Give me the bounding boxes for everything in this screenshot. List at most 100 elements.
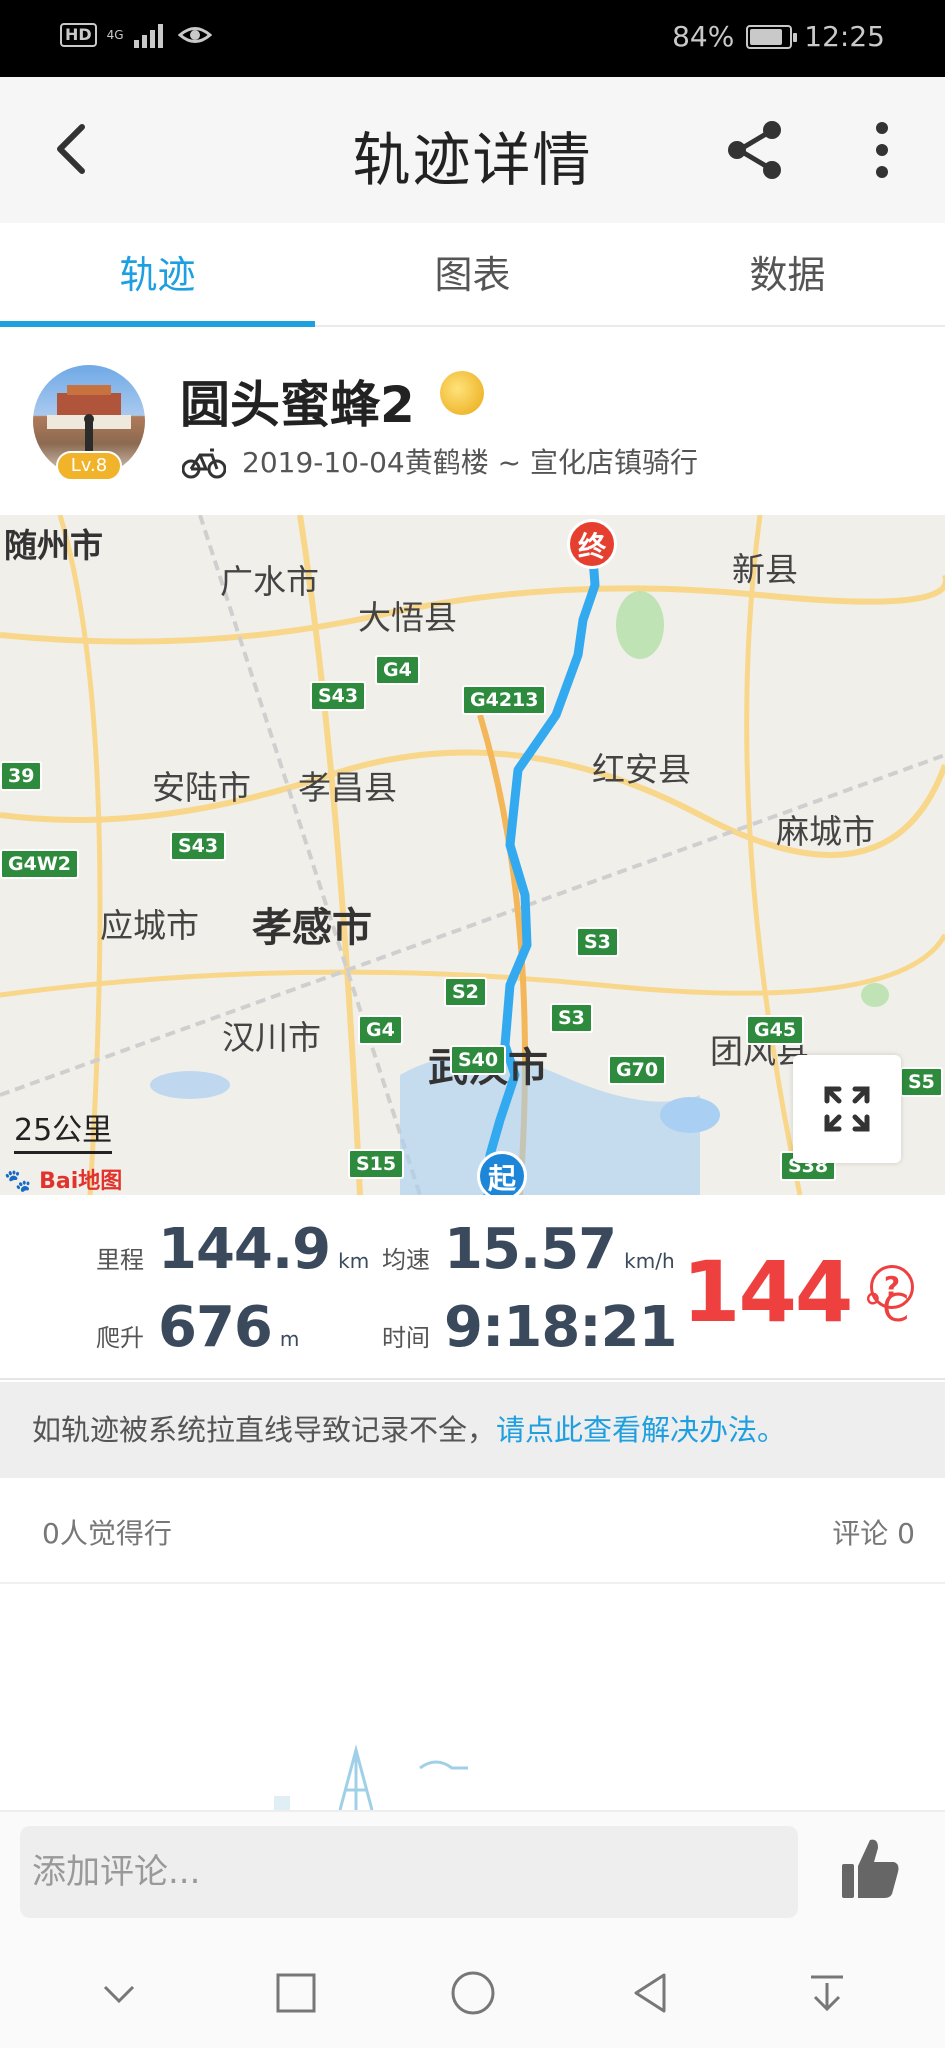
map-label: 孝昌县 <box>298 768 397 807</box>
route-info: 2019-10-04黄鹤楼 ~ 宣化店镇骑行 <box>242 446 698 479</box>
comments-count[interactable]: 评论 0 <box>832 1512 915 1552</box>
nav-back-button[interactable] <box>620 1963 680 2023</box>
user-name[interactable]: 圆头蜜蜂2 <box>180 365 415 437</box>
top-bar: 轨迹详情 <box>0 77 945 223</box>
page-title: 轨迹详情 <box>352 126 593 194</box>
road-tag: S2 <box>444 977 487 1007</box>
nav-recents-button[interactable] <box>266 1963 326 2023</box>
stats-panel: 里程 144.9 km 均速 15.57 km/h 爬升 676 m 时间 9:… <box>0 1195 945 1380</box>
map-label: 广水市 <box>220 562 319 601</box>
level-badge: Lv.8 <box>56 451 122 481</box>
user-row: Lv.8 圆头蜜蜂2 2019-10-04黄鹤楼 ~ 宣化店镇骑行 <box>0 327 945 515</box>
map-scale: 25公里 <box>14 1105 113 1154</box>
more-vertical-icon <box>876 122 888 178</box>
help-icon[interactable]: ? <box>870 1265 914 1309</box>
climb-stat: 爬升 676 m <box>96 1295 299 1360</box>
road-tag: G4W2 <box>0 849 79 879</box>
map-label: 应城市 <box>100 906 199 945</box>
notice-text: 如轨迹被系统拉直线导致记录不全， <box>32 1413 497 1447</box>
map-label: 孝感市 <box>252 905 372 951</box>
road-tag: G4 <box>375 655 420 685</box>
battery-percent: 84% <box>672 20 735 53</box>
battery-icon <box>746 24 798 49</box>
triangle-back-icon <box>634 1973 665 2013</box>
status-bar: HD 4G 84% 12:25 <box>0 0 945 77</box>
system-nav-bar <box>0 1938 945 2048</box>
distance-unit: km <box>338 1249 370 1273</box>
map-label: 大悟县 <box>358 598 457 637</box>
comments-empty-area <box>0 1584 945 1811</box>
status-left: HD 4G <box>60 22 212 48</box>
duration-label: 时间 <box>382 1324 430 1352</box>
climb-label: 爬升 <box>96 1324 144 1352</box>
likes-count[interactable]: 0人觉得行 <box>42 1512 172 1552</box>
fullscreen-button[interactable] <box>793 1055 901 1163</box>
status-right: 84% 12:25 <box>672 20 885 53</box>
road-tag: G45 <box>746 1015 805 1045</box>
nav-home-button[interactable] <box>443 1963 503 2023</box>
more-button[interactable] <box>862 117 902 183</box>
start-pin[interactable]: 起 <box>477 1151 527 1195</box>
road-tag: S43 <box>310 681 367 711</box>
social-row: 0人觉得行 评论 0 <box>0 1478 945 1584</box>
network-label: 4G <box>106 28 124 42</box>
distance-label: 里程 <box>96 1246 144 1274</box>
fullscreen-icon <box>824 1086 870 1132</box>
track-map[interactable]: 随州市 广水市 大悟县 新县 安陆市 孝昌县 红安县 麻城市 应城市 孝感市 汉… <box>0 515 945 1195</box>
baidu-paw-icon: 🐾 <box>4 1169 32 1194</box>
square-icon <box>276 1973 315 2013</box>
avg-speed-stat: 均速 15.57 km/h <box>382 1217 675 1282</box>
duration-value: 9:18:21 <box>444 1295 678 1360</box>
eye-icon <box>177 27 212 43</box>
end-pin[interactable]: 终 <box>567 519 617 569</box>
tab-data[interactable]: 数据 <box>630 223 945 325</box>
road-tag: S3 <box>576 927 619 957</box>
nav-hide-button[interactable] <box>89 1963 149 2023</box>
map-label: 安陆市 <box>152 768 251 807</box>
comment-bar <box>0 1810 945 1938</box>
road-tag: S43 <box>170 831 227 861</box>
share-icon <box>728 121 781 179</box>
battery-fill <box>750 28 782 45</box>
climb-unit: m <box>279 1327 300 1351</box>
road-tag: 39 <box>0 761 43 791</box>
chevron-down-icon <box>103 1985 134 2004</box>
circle-icon <box>451 1971 494 2015</box>
road-tag: S15 <box>348 1149 405 1179</box>
baidu-map-logo: 🐾 Bai地图 <box>4 1163 122 1195</box>
duration-stat: 时间 9:18:21 <box>382 1295 678 1360</box>
tab-track[interactable]: 轨迹 <box>0 223 315 327</box>
like-button[interactable] <box>838 1834 902 1904</box>
map-label: 麻城市 <box>776 812 875 851</box>
thumbs-up-icon <box>842 1839 899 1898</box>
map-green <box>616 591 889 1007</box>
avg-speed-unit: km/h <box>624 1249 675 1273</box>
track-notice: 如轨迹被系统拉直线导致记录不全，请点此查看解决办法。 <box>0 1382 945 1478</box>
climb-value: 676 <box>158 1295 273 1360</box>
map-label: 汉川市 <box>222 1018 321 1057</box>
baidu-logo-text: Bai地图 <box>39 1169 123 1194</box>
medal-icon <box>440 371 484 415</box>
notice-solution-link[interactable]: 请点此查看解决办法。 <box>496 1413 786 1447</box>
signal-icon <box>133 24 163 48</box>
map-label: 新县 <box>732 550 798 589</box>
comment-input[interactable] <box>20 1826 798 1918</box>
road-tag: G4213 <box>462 685 547 715</box>
map-label: 随州市 <box>4 526 103 565</box>
tab-bar: 轨迹 图表 数据 <box>0 223 945 327</box>
road-tag: S3 <box>550 1003 593 1033</box>
avg-speed-value: 15.57 <box>444 1217 617 1282</box>
clock: 12:25 <box>804 20 885 53</box>
avg-speed-label: 均速 <box>382 1246 430 1274</box>
bicycle-icon <box>182 448 226 479</box>
road-tag: G70 <box>608 1055 667 1085</box>
share-button[interactable] <box>722 117 788 183</box>
tab-chart[interactable]: 图表 <box>315 223 630 325</box>
road-tag: S40 <box>450 1045 507 1075</box>
nav-notifications-button[interactable] <box>797 1963 857 2023</box>
hd-icon: HD <box>60 23 97 47</box>
temperature-value: 144 <box>682 1243 853 1341</box>
road-tag: G4 <box>358 1015 403 1045</box>
road-tag: S5 <box>900 1067 943 1097</box>
pull-down-icon <box>810 1975 843 2012</box>
